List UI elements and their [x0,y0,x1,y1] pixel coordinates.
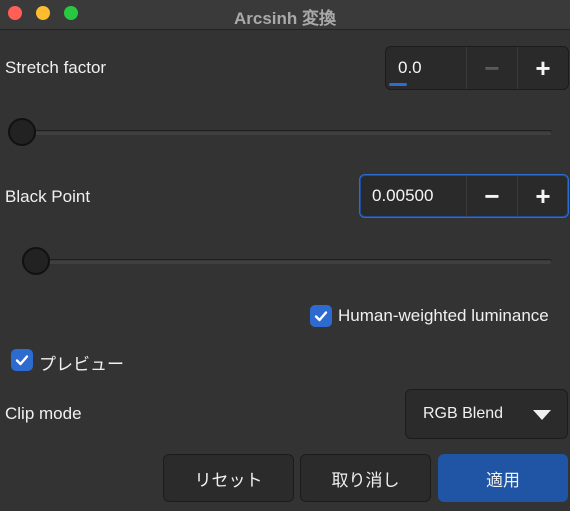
apply-button[interactable]: 適用 [438,454,568,502]
cancel-button[interactable]: 取り消し [300,454,431,502]
black-point-increment-button[interactable]: + [517,175,568,217]
stretch-factor-slider-track[interactable] [8,130,552,135]
preview-checkbox[interactable] [11,349,33,371]
clip-mode-dropdown[interactable]: RGB Blend [405,389,568,439]
minus-icon: − [484,180,500,211]
black-point-spinbox: 0.00500 − + [359,174,569,218]
chevron-down-icon [533,410,551,420]
plus-icon: + [535,180,551,211]
stretch-factor-slider-knob[interactable] [8,118,36,146]
checkmark-icon [314,311,328,322]
black-point-input[interactable]: 0.00500 [360,175,466,217]
clip-mode-selected-value: RGB Blend [423,405,504,422]
stretch-factor-input[interactable]: 0.0 [386,47,466,89]
stretch-factor-value: 0.0 [398,58,422,77]
luminance-checkbox[interactable] [310,305,332,327]
minus-icon: − [484,52,500,83]
reset-button[interactable]: リセット [163,454,294,502]
stretch-factor-spinbox: 0.0 − + [385,46,569,90]
black-point-slider-knob[interactable] [22,247,50,275]
plus-icon: + [535,52,551,83]
black-point-slider-track[interactable] [22,259,552,264]
black-point-decrement-button[interactable]: − [466,175,517,217]
input-focus-indicator [389,83,407,86]
preview-label: プレビュー [39,355,124,374]
clip-mode-label: Clip mode [5,404,82,423]
black-point-label: Black Point [5,187,91,206]
stretch-factor-increment-button[interactable]: + [517,47,568,89]
luminance-label: Human-weighted luminance [338,306,549,325]
stretch-factor-label: Stretch factor [5,58,107,77]
window-title: Arcsinh 変換 [233,9,337,28]
black-point-value: 0.00500 [372,186,434,205]
stretch-factor-decrement-button[interactable]: − [466,47,517,89]
title-bar: Arcsinh 変換 [0,0,570,30]
checkmark-icon [15,355,29,366]
